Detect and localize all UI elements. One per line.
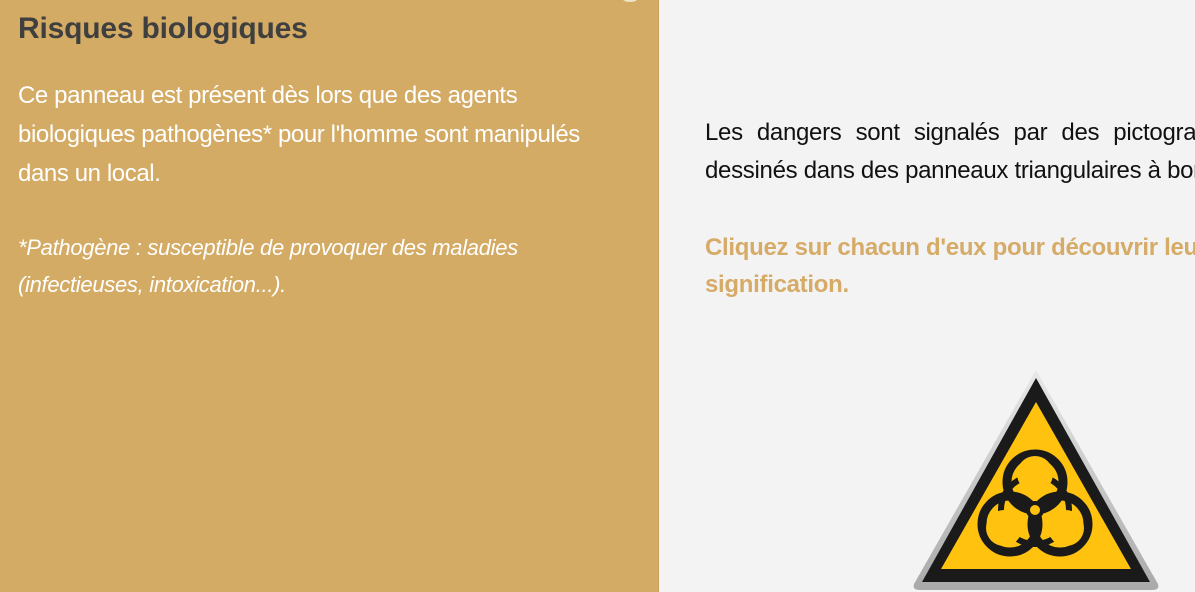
biohazard-sign-button[interactable] bbox=[912, 368, 1160, 592]
panel-description: Ce panneau est présent dès lors que des … bbox=[18, 82, 580, 187]
instruction-text: Cliquez sur chacun d'eux pour découvrir … bbox=[705, 234, 1195, 298]
close-icon[interactable] bbox=[619, 0, 641, 2]
panel-footnote: *Pathogène : susceptible de provoquer de… bbox=[18, 235, 518, 297]
biohazard-icon bbox=[913, 370, 1159, 590]
page: Risques biologiques Ce panneau est prése… bbox=[0, 0, 1195, 592]
info-panel: Risques biologiques Ce panneau est prése… bbox=[0, 0, 659, 592]
intro-text: Les dangers sont signalés par des pictog… bbox=[705, 119, 1195, 184]
panel-title: Risques biologiques bbox=[18, 12, 308, 45]
